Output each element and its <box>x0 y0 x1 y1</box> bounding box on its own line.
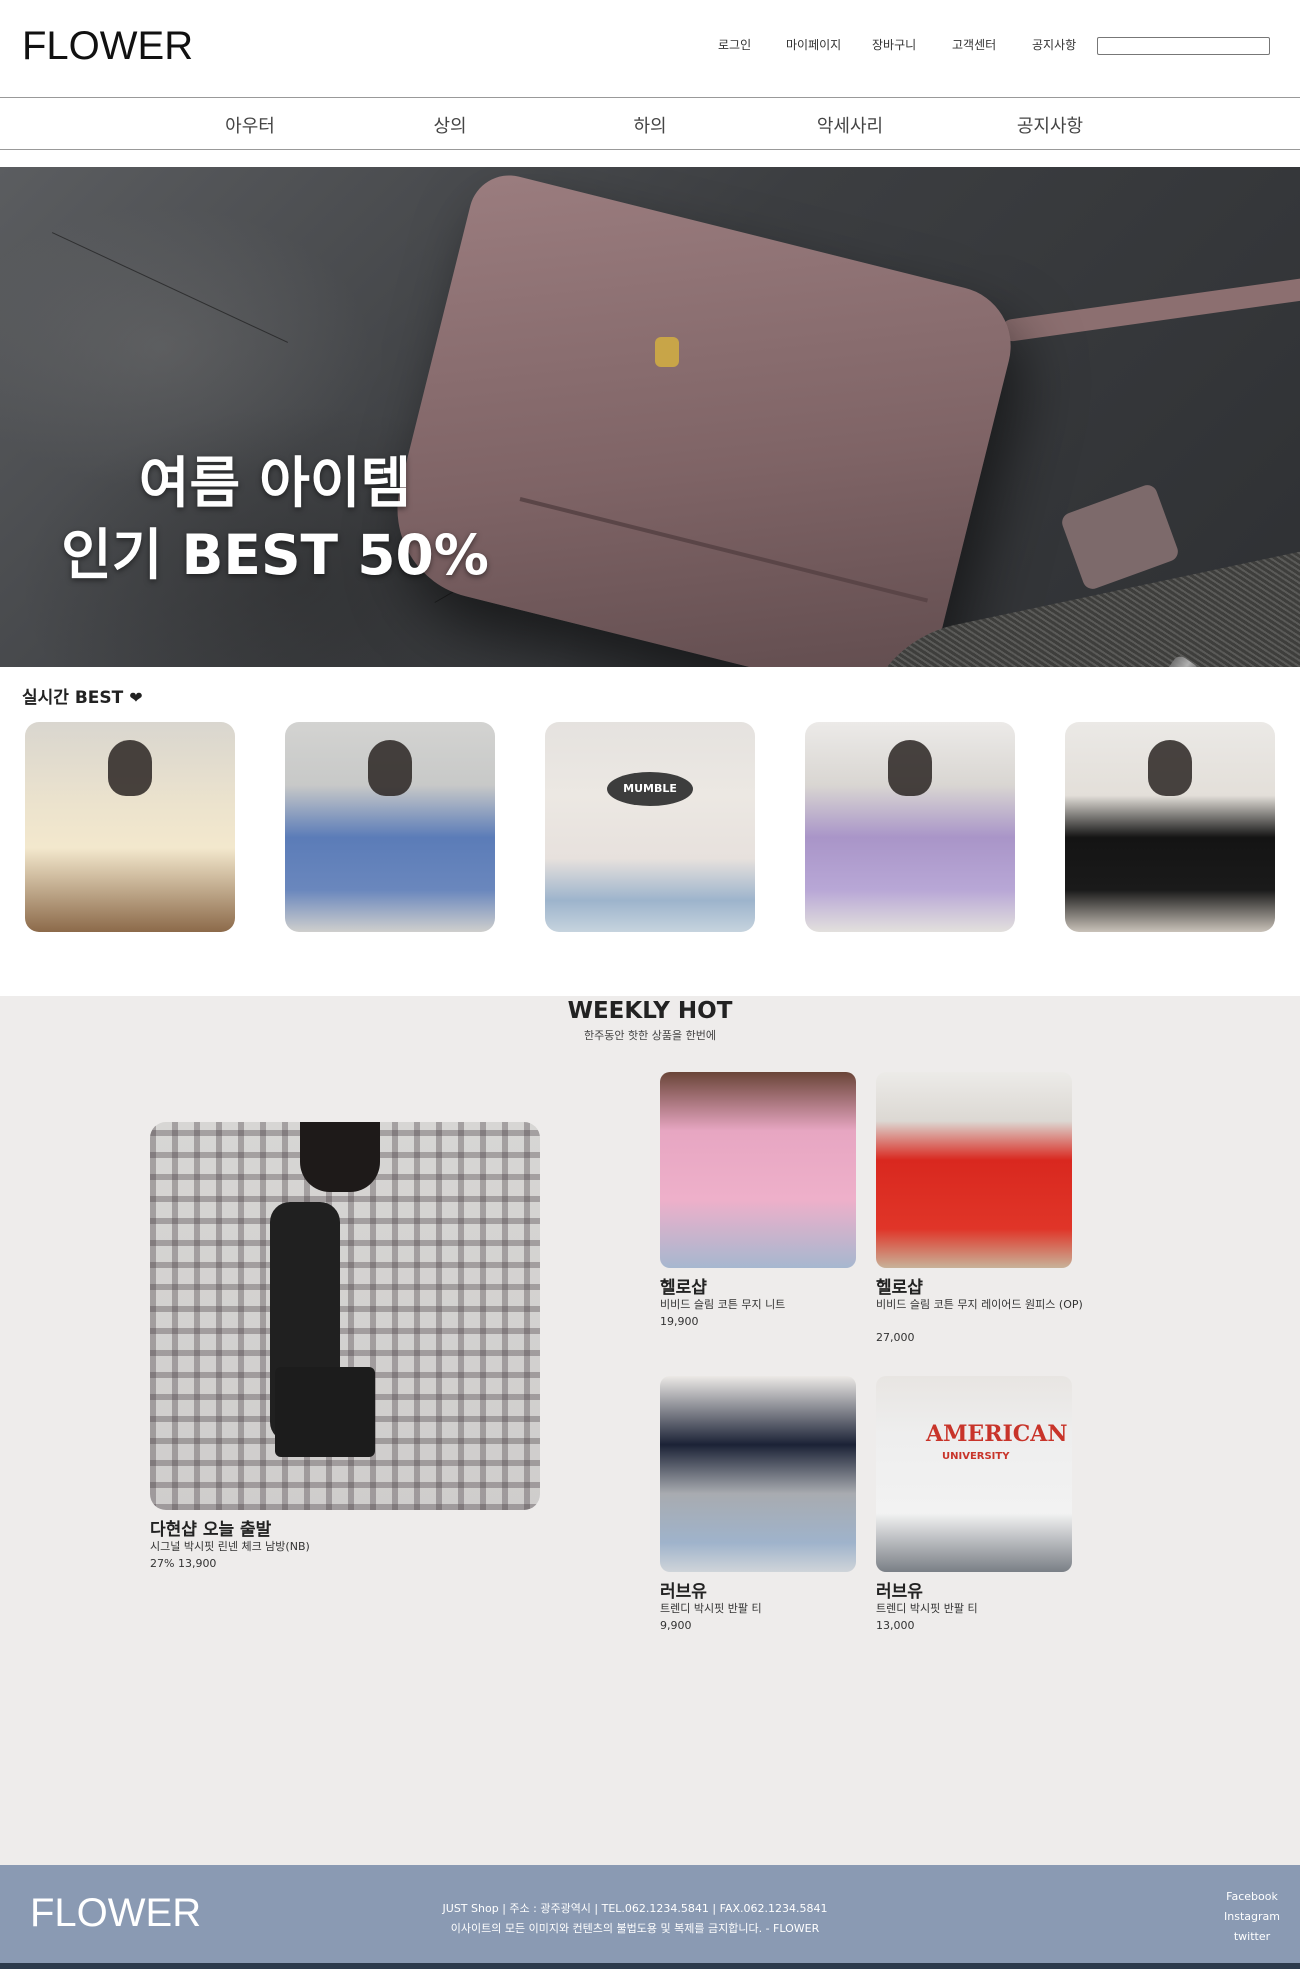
model-hair <box>300 1122 380 1192</box>
best-product-5[interactable] <box>1065 722 1275 932</box>
weekly-product-2-desc: 비비드 슬림 코튼 무지 레이어드 원피스 (OP) <box>876 1298 1083 1311</box>
site-logo[interactable]: FLOWER <box>22 24 193 69</box>
weekly-product-1-image[interactable] <box>660 1072 856 1268</box>
footer-info-line-1: JUST Shop | 주소 : 광주광역시 | TEL.062.1234.58… <box>442 1902 828 1915</box>
best-product-2[interactable] <box>285 722 495 932</box>
nav-bottom[interactable]: 하의 <box>633 112 666 138</box>
weekly-product-4-price: 13,000 <box>876 1619 915 1632</box>
site-footer: FLOWER JUST Shop | 주소 : 광주광역시 | TEL.062.… <box>0 1865 1300 1969</box>
model-hair <box>368 740 412 796</box>
hero-line-2: 인기 BEST 50% <box>61 523 489 587</box>
clutch-bag <box>275 1367 375 1457</box>
weekly-product-3-shop[interactable]: 러브유 <box>660 1577 707 1602</box>
weekly-product-1-desc: 비비드 슬림 코튼 무지 니트 <box>660 1298 786 1311</box>
weekly-product-3-desc: 트렌디 박시핏 반팔 티 <box>660 1602 762 1615</box>
weekly-product-2-shop[interactable]: 헬로샵 <box>876 1273 923 1298</box>
twitter-link[interactable]: twitter <box>1222 1927 1282 1947</box>
site-header: FLOWER 로그인 마이페이지 장바구니 고객센터 공지사항 <box>0 0 1300 97</box>
shirt-print: MUMBLE <box>607 772 693 806</box>
login-link[interactable]: 로그인 <box>718 36 751 53</box>
cart-link[interactable]: 장바구니 <box>872 36 916 53</box>
instagram-link[interactable]: Instagram <box>1222 1907 1282 1927</box>
best-section-title: 실시간 BEST ❤ <box>22 683 143 708</box>
featured-shop-name[interactable]: 다현샵 오늘 출발 <box>150 1515 271 1540</box>
footer-info-line-2: 이사이트의 모든 이미지와 컨텐츠의 불법도용 및 복제를 금지합니다. - F… <box>450 1922 820 1935</box>
nav-top[interactable]: 상의 <box>433 112 466 138</box>
weekly-product-2-price: 27,000 <box>876 1331 915 1344</box>
weekly-product-4-shop[interactable]: 러브유 <box>876 1577 923 1602</box>
customer-center-link[interactable]: 고객센터 <box>952 36 996 53</box>
weekly-product-2-image[interactable] <box>876 1072 1072 1268</box>
hero-texture <box>51 232 289 343</box>
best-product-1[interactable] <box>25 722 235 932</box>
shirt-print: AMERICAN <box>926 1421 1068 1447</box>
weekly-product-3-price: 9,900 <box>660 1619 692 1632</box>
featured-product-image[interactable] <box>150 1122 540 1510</box>
search-input[interactable] <box>1097 37 1270 55</box>
weekly-product-1-shop[interactable]: 헬로샵 <box>660 1273 707 1298</box>
mypage-link[interactable]: 마이페이지 <box>786 36 841 53</box>
model-hair <box>108 740 152 796</box>
nav-accessory[interactable]: 악세사리 <box>817 112 883 138</box>
weekly-title: WEEKLY HOT <box>567 998 733 1024</box>
model-hair <box>1148 740 1192 796</box>
nav-notice[interactable]: 공지사항 <box>1017 112 1083 138</box>
bag-strap <box>1000 273 1300 343</box>
featured-desc: 시그널 박시핏 린넨 체크 남방(NB) <box>150 1540 310 1553</box>
bag-clasp <box>655 337 679 367</box>
weekly-product-3-image[interactable] <box>660 1376 856 1572</box>
footer-info: JUST Shop | 주소 : 광주광역시 | TEL.062.1234.58… <box>0 1899 1270 1939</box>
hero-headline: 여름 아이템 인기 BEST 50% <box>0 447 550 591</box>
notice-link[interactable]: 공지사항 <box>1032 36 1076 53</box>
model-hair <box>888 740 932 796</box>
hero-bag-image <box>378 167 1024 667</box>
hero-line-1: 여름 아이템 <box>138 451 412 515</box>
weekly-product-4-desc: 트렌디 박시핏 반팔 티 <box>876 1602 978 1615</box>
best-title-text: 실시간 BEST <box>22 688 124 708</box>
facebook-link[interactable]: Facebook <box>1222 1887 1282 1907</box>
best-product-3[interactable]: MUMBLE <box>545 722 755 932</box>
shirt-print-sub: UNIVERSITY <box>942 1451 1010 1462</box>
best-product-4[interactable] <box>805 722 1015 932</box>
taskbar-strip <box>0 1963 1300 1969</box>
social-links: Facebook Instagram twitter <box>1222 1887 1282 1947</box>
nav-outer[interactable]: 아우터 <box>225 112 275 138</box>
weekly-product-1-price: 19,900 <box>660 1315 699 1328</box>
category-nav: 아우터 상의 하의 악세사리 공지사항 <box>0 97 1300 150</box>
weekly-product-4-image[interactable]: AMERICAN UNIVERSITY <box>876 1376 1072 1572</box>
featured-price: 27% 13,900 <box>150 1557 217 1570</box>
hero-banner[interactable]: 여름 아이템 인기 BEST 50% <box>0 167 1300 667</box>
heart-icon: ❤ <box>129 688 143 707</box>
weekly-subtitle: 한주동안 핫한 상품을 한번에 <box>584 1029 716 1042</box>
bag-tag <box>1059 482 1181 592</box>
